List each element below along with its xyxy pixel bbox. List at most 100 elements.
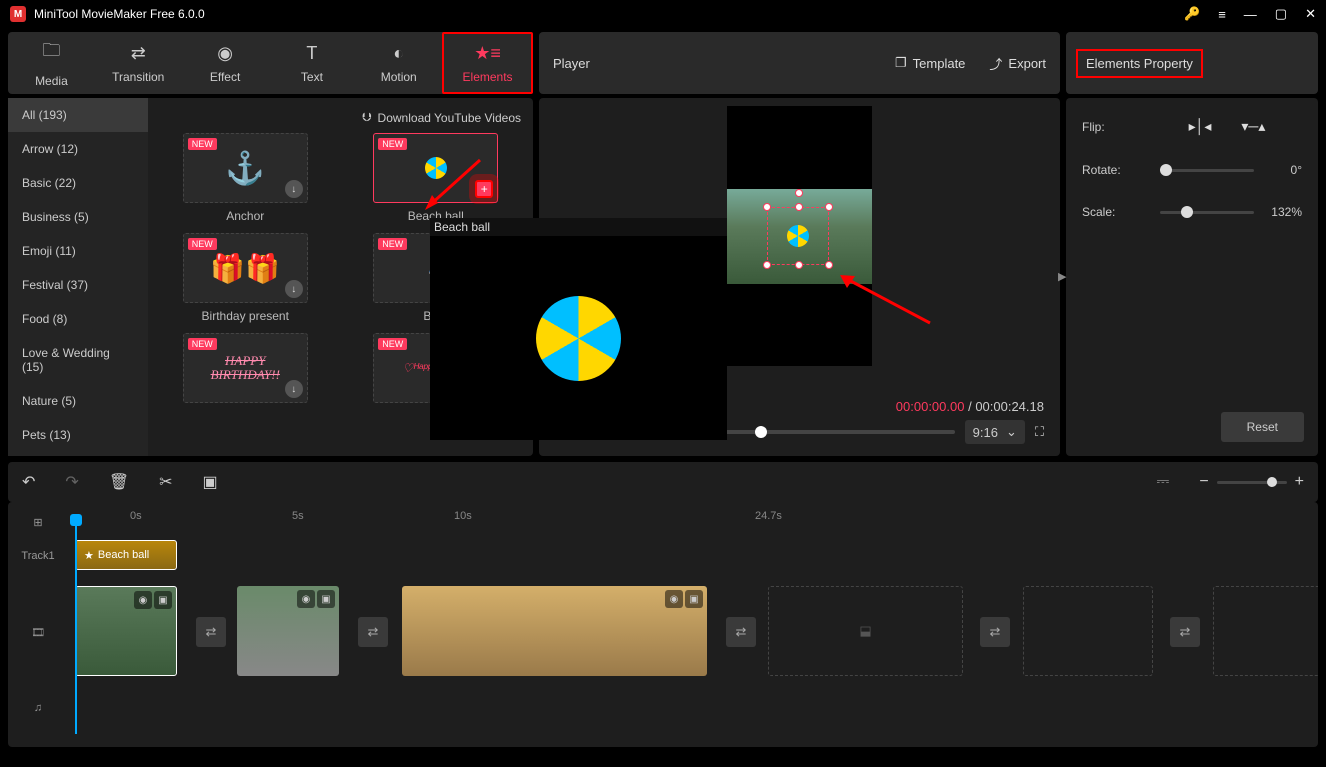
- playhead[interactable]: [75, 514, 77, 734]
- category-pets[interactable]: Pets (13): [8, 418, 148, 452]
- resize-handle[interactable]: [795, 261, 803, 269]
- empty-clip-slot[interactable]: [1023, 586, 1153, 676]
- category-festival[interactable]: Festival (37): [8, 268, 148, 302]
- preview-viewport[interactable]: [727, 106, 872, 366]
- layer-indicator-icon[interactable]: ▣: [317, 590, 335, 608]
- empty-clip-slot[interactable]: ⬓: [768, 586, 963, 676]
- text-icon: T: [306, 43, 317, 64]
- category-nature[interactable]: Nature (5): [8, 384, 148, 418]
- flip-vertical-button[interactable]: ▾─▴: [1241, 118, 1265, 135]
- new-tag: NEW: [378, 338, 407, 350]
- tooltip-label: Beach ball: [430, 218, 727, 236]
- fullscreen-button[interactable]: ⛶: [1035, 424, 1044, 440]
- new-tag: NEW: [188, 338, 217, 350]
- close-button[interactable]: ✕: [1305, 6, 1316, 22]
- video-clip-1[interactable]: ◉▣: [75, 586, 177, 676]
- rotate-value: 0°: [1262, 163, 1302, 177]
- scale-slider[interactable]: [1160, 211, 1254, 214]
- current-time: 00:00:00.00: [896, 399, 965, 414]
- template-button[interactable]: ❐Template: [895, 55, 965, 71]
- element-happy-birthday[interactable]: NEWHAPPYBIRTHDAY!!↓: [160, 333, 331, 403]
- resize-handle[interactable]: [825, 203, 833, 211]
- snap-button[interactable]: ⎓: [1157, 473, 1170, 491]
- player-header: Player ❐Template ⤴Export: [539, 32, 1060, 94]
- effect-indicator-icon[interactable]: ◉: [297, 590, 315, 608]
- layer-indicator-icon[interactable]: ▣: [685, 590, 703, 608]
- element-overlay-beach-ball[interactable]: [787, 225, 809, 247]
- license-key-icon[interactable]: 🔑: [1184, 6, 1200, 22]
- tab-motion[interactable]: ◐Motion: [355, 32, 442, 94]
- category-basic[interactable]: Basic (22): [8, 166, 148, 200]
- flip-horizontal-button[interactable]: ▸│◂: [1189, 118, 1212, 135]
- transition-slot-2[interactable]: ⇄: [358, 617, 388, 647]
- transition-icon: ⇄: [131, 43, 146, 64]
- transition-slot-1[interactable]: ⇄: [196, 617, 226, 647]
- transition-slot-5[interactable]: ⇄: [1170, 617, 1200, 647]
- rotate-handle[interactable]: [795, 189, 803, 197]
- undo-button[interactable]: ↶: [22, 472, 35, 492]
- aspect-ratio-select[interactable]: 9:16⌄: [965, 420, 1025, 444]
- resize-handle[interactable]: [795, 203, 803, 211]
- star-icon: ★≡: [474, 43, 501, 64]
- video-clip-3[interactable]: ◉▣: [402, 586, 707, 676]
- properties-title: Elements Property: [1076, 49, 1203, 78]
- rotate-slider[interactable]: [1160, 169, 1254, 172]
- effect-indicator-icon[interactable]: ◉: [134, 591, 152, 609]
- timeline[interactable]: ⊞ 0s 5s 10s 24.7s Track1 ★Beach ball 🎞 ◉…: [8, 502, 1318, 747]
- resize-handle[interactable]: [825, 261, 833, 269]
- export-button[interactable]: ⤴Export: [989, 54, 1046, 73]
- element-anchor[interactable]: NEW⚓↓ Anchor: [160, 133, 331, 223]
- add-element-button[interactable]: +: [475, 180, 493, 198]
- add-track-button[interactable]: ⊞: [8, 516, 68, 529]
- transition-slot-3[interactable]: ⇄: [726, 617, 756, 647]
- tab-text[interactable]: TText: [268, 32, 355, 94]
- resize-handle[interactable]: [763, 203, 771, 211]
- minimize-button[interactable]: —: [1244, 7, 1257, 22]
- download-icon[interactable]: ↓: [285, 280, 303, 298]
- zoom-slider[interactable]: [1217, 481, 1287, 484]
- effect-icon: ◉: [217, 43, 233, 64]
- category-love-wedding[interactable]: Love & Wedding (15): [8, 336, 148, 384]
- video-track-icon: 🎞: [8, 626, 68, 639]
- download-youtube-link[interactable]: ⮋Download YouTube Videos: [160, 106, 521, 133]
- clip-beach-ball[interactable]: ★Beach ball: [75, 540, 177, 570]
- transition-slot-4[interactable]: ⇄: [980, 617, 1010, 647]
- category-emoji[interactable]: Emoji (11): [8, 234, 148, 268]
- menu-icon[interactable]: ≡: [1218, 7, 1226, 22]
- split-button[interactable]: ✂: [159, 472, 172, 492]
- redo-button[interactable]: ↷: [65, 472, 78, 492]
- maximize-button[interactable]: ▢: [1275, 6, 1287, 22]
- category-props[interactable]: Props (20): [8, 452, 148, 456]
- download-icon[interactable]: ↓: [285, 180, 303, 198]
- video-clip-2[interactable]: ◉▣: [237, 586, 339, 676]
- audio-track-icon: ♫: [8, 702, 68, 714]
- zoom-out-button[interactable]: −: [1199, 473, 1208, 491]
- export-icon: ⤴: [989, 54, 1002, 73]
- tab-transition[interactable]: ⇄Transition: [95, 32, 182, 94]
- track-1-label: Track1: [8, 550, 68, 562]
- tool-tabs: 🗀Media ⇄Transition ◉Effect TText ◐Motion…: [8, 32, 533, 94]
- tooltip-preview: [430, 236, 727, 440]
- element-birthday-present[interactable]: NEW🎁🎁↓ Birthday present: [160, 233, 331, 323]
- delete-button[interactable]: 🗑: [109, 472, 129, 492]
- category-business[interactable]: Business (5): [8, 200, 148, 234]
- category-arrow[interactable]: Arrow (12): [8, 132, 148, 166]
- resize-handle[interactable]: [763, 261, 771, 269]
- tab-effect[interactable]: ◉Effect: [182, 32, 269, 94]
- category-all[interactable]: All (193): [8, 98, 148, 132]
- category-list[interactable]: All (193) Arrow (12) Basic (22) Business…: [8, 98, 148, 456]
- effect-indicator-icon[interactable]: ◉: [665, 590, 683, 608]
- properties-panel: ▶ Flip: ▸│◂ ▾─▴ Rotate: 0° Scale: 132% R…: [1066, 98, 1318, 456]
- tab-media[interactable]: 🗀Media: [8, 32, 95, 94]
- download-icon[interactable]: ↓: [285, 380, 303, 398]
- element-beach-ball[interactable]: NEW+ Beach ball: [351, 133, 522, 223]
- ruler[interactable]: 0s 5s 10s 24.7s: [128, 510, 1318, 534]
- empty-clip-slot[interactable]: [1213, 586, 1318, 676]
- layer-indicator-icon[interactable]: ▣: [154, 591, 172, 609]
- reset-button[interactable]: Reset: [1221, 412, 1304, 442]
- crop-button[interactable]: ▣: [203, 472, 218, 492]
- tab-elements[interactable]: ★≡Elements: [442, 32, 533, 94]
- zoom-in-button[interactable]: +: [1295, 473, 1304, 491]
- panel-collapse-handle[interactable]: ▶: [1058, 270, 1066, 283]
- category-food[interactable]: Food (8): [8, 302, 148, 336]
